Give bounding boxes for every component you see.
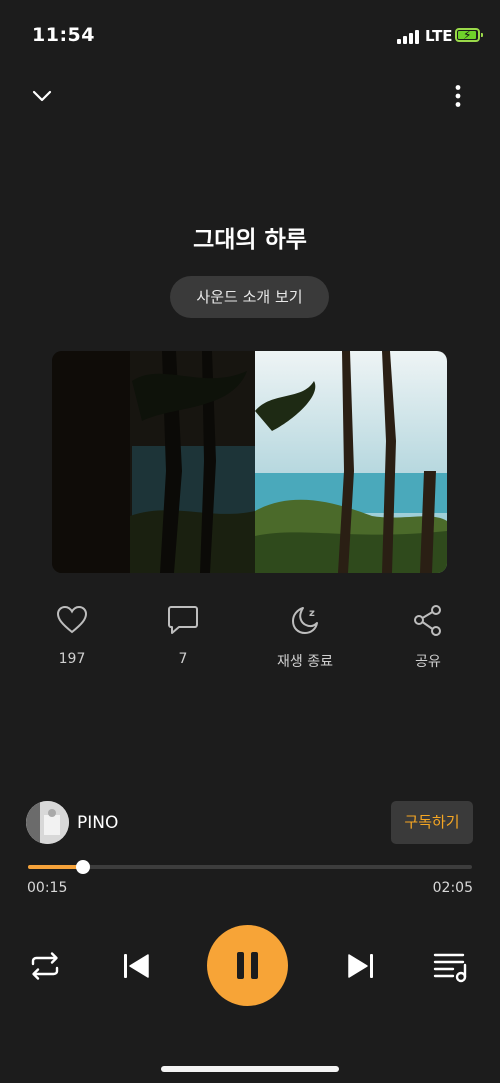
more-options-icon[interactable] — [446, 84, 470, 108]
chevron-down-icon[interactable] — [30, 84, 54, 108]
pause-button[interactable] — [207, 925, 288, 1006]
sound-intro-button[interactable]: 사운드 소개 보기 — [170, 276, 329, 318]
share-icon — [414, 605, 441, 636]
like-count: 197 — [58, 651, 86, 667]
next-track-icon[interactable] — [343, 949, 377, 983]
sound-title: 그대의 하루 — [193, 227, 307, 253]
charging-battery-icon: ⚡ — [455, 28, 483, 42]
share-label: 공유 — [415, 654, 441, 670]
progress-knob[interactable] — [76, 860, 91, 874]
artist-name[interactable]: PINO — [77, 813, 118, 833]
status-time: 11:54 — [32, 24, 95, 46]
network-type: LTE — [425, 27, 453, 45]
comment-button[interactable]: 7 — [143, 603, 223, 667]
playlist-icon[interactable] — [433, 949, 469, 983]
share-button[interactable]: 공유 — [388, 603, 468, 671]
subscribe-button[interactable]: 구독하기 — [391, 801, 473, 844]
pause-icon — [237, 952, 258, 979]
total-duration: 02:05 — [432, 880, 473, 896]
comment-count: 7 — [178, 651, 188, 667]
comment-icon — [168, 606, 198, 634]
sound-artwork-image — [52, 351, 447, 573]
svg-text:z: z — [309, 608, 315, 619]
sleep-timer-button[interactable]: z 재생 종료 — [265, 603, 345, 671]
sleep-timer-icon: z — [292, 607, 318, 634]
sleep-timer-label: 재생 종료 — [277, 654, 333, 670]
current-time: 00:15 — [27, 880, 68, 896]
playback-progress-bar[interactable] — [28, 860, 472, 874]
cellular-signal-icon — [397, 30, 421, 44]
previous-track-icon[interactable] — [120, 949, 154, 983]
repeat-icon[interactable] — [28, 949, 62, 983]
like-button[interactable]: 197 — [32, 603, 112, 667]
home-indicator[interactable] — [161, 1066, 339, 1072]
heart-icon — [56, 605, 88, 634]
artist-avatar[interactable] — [26, 801, 69, 844]
progress-fill — [28, 865, 84, 869]
